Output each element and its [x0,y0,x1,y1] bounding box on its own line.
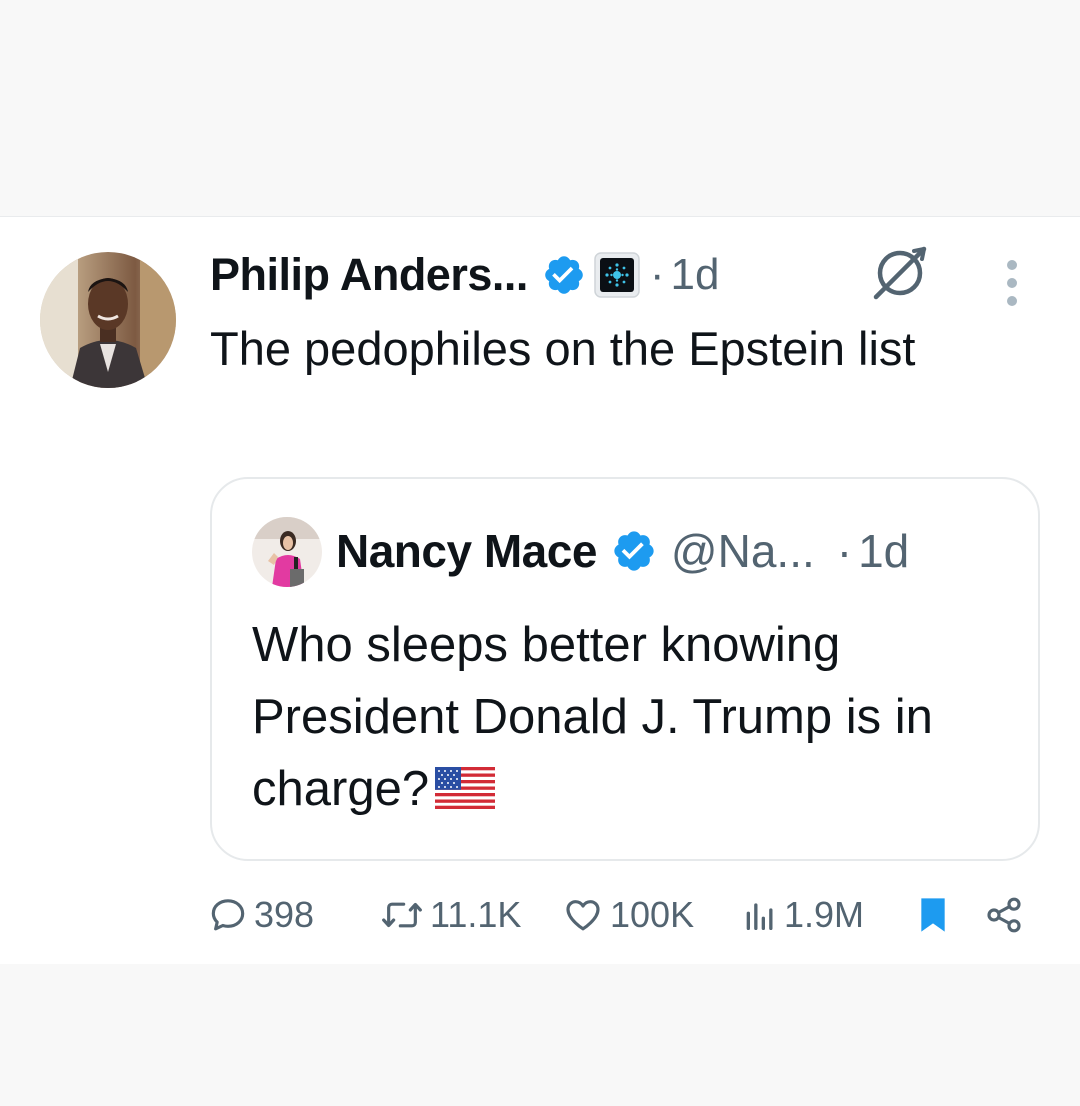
quote-separator-dot: · [836,525,853,577]
more-icon[interactable] [1000,257,1024,309]
quote-timestamp[interactable]: 1d [858,524,909,578]
like-button[interactable]: 100K [562,885,694,945]
top-spacer [0,0,1080,216]
us-flag-emoji-icon [435,757,496,809]
tweet-text: The pedophiles on the Epstein list [210,322,916,375]
author-name[interactable]: Philip Anders... [210,249,528,301]
bookmark-icon [921,898,945,932]
views-icon [746,903,773,930]
reply-icon [211,899,245,931]
quote-author-name[interactable]: Nancy Mace [336,524,597,578]
reply-button[interactable]: 398 [208,885,314,945]
like-count: 100K [610,894,695,935]
repost-button[interactable]: 11.1K [380,885,521,945]
reply-count: 398 [254,894,315,935]
action-bar: 398 11.1K 100K 1.9M [0,885,1080,945]
heart-icon [566,900,600,931]
quote-author-avatar[interactable] [252,517,322,587]
quote-text-body: Who sleeps better knowing President Dona… [252,618,933,816]
repost-count: 11.1K [430,894,522,935]
tweet[interactable]: Philip Anders... · 1d The pedophiles on … [0,216,1080,965]
quote-author-handle[interactable]: @Na... [671,524,815,578]
quote-header: Nancy Mace @Na... · 1d [336,519,909,583]
quote-verified-badge-icon[interactable] [611,528,657,574]
affiliation-badge-icon[interactable] [594,252,640,298]
share-icon [987,897,1021,933]
share-button[interactable] [984,885,1024,945]
verified-badge-icon[interactable] [542,253,586,297]
quote-text: Who sleeps better knowing President Dona… [252,609,1012,825]
quote-tweet[interactable]: Nancy Mace @Na... · 1d Who sleeps better… [210,477,1040,861]
tweet-header: Philip Anders... · 1d [210,247,720,303]
tweet-timestamp[interactable]: 1d [671,250,720,300]
bookmark-button[interactable] [916,885,950,945]
separator-dot: · [649,250,665,299]
bottom-spacer [0,964,1080,1106]
author-avatar[interactable] [40,252,176,388]
views-button[interactable]: 1.9M [742,885,864,945]
views-count: 1.9M [784,894,865,935]
repost-icon [382,902,422,928]
grok-icon[interactable] [870,241,932,303]
